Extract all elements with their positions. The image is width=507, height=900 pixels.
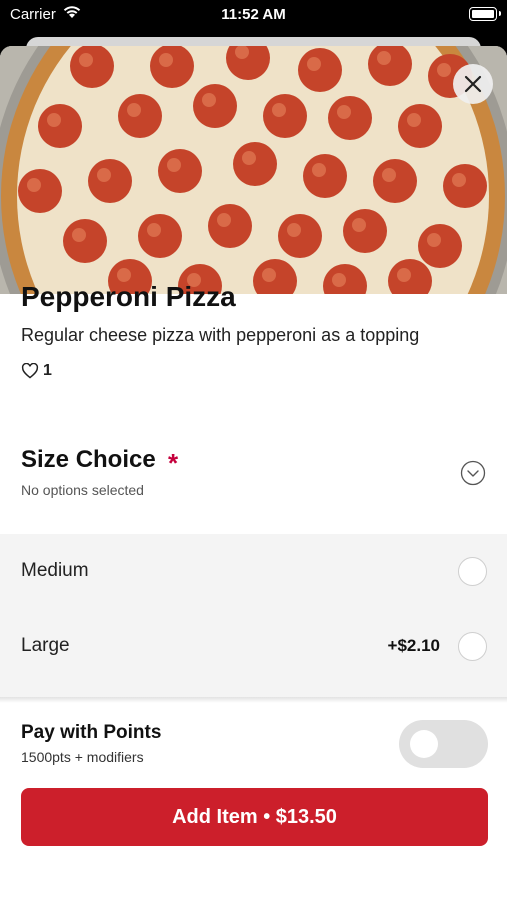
option-label: Medium xyxy=(21,560,89,581)
pepperoni-slice xyxy=(443,164,487,208)
pepperoni-highlight xyxy=(262,268,276,282)
pepperoni-highlight xyxy=(72,228,86,242)
pepperoni-highlight xyxy=(427,233,441,247)
pepperoni-highlight xyxy=(147,223,161,237)
pepperoni-slice xyxy=(138,214,182,258)
pay-with-points-toggle[interactable] xyxy=(399,720,488,768)
clock: 11:52 AM xyxy=(221,6,286,23)
pepperoni-highlight xyxy=(312,163,326,177)
pepperoni-slice xyxy=(303,154,347,198)
pepperoni-highlight xyxy=(307,57,321,71)
pepperoni-highlight xyxy=(382,168,396,182)
pepperoni-slice xyxy=(158,149,202,193)
radio-button[interactable] xyxy=(458,557,487,586)
pepperoni-highlight xyxy=(47,113,61,127)
close-icon xyxy=(464,75,482,93)
item-title: Pepperoni Pizza xyxy=(21,281,236,312)
item-detail-sheet: Pepperoni Pizza Regular cheese pizza wit… xyxy=(0,46,507,900)
footer-divider xyxy=(0,697,507,703)
like-count: 1 xyxy=(43,362,52,379)
pepperoni-highlight xyxy=(242,151,256,165)
pepperoni-slice xyxy=(398,104,442,148)
pepperoni-slice xyxy=(373,159,417,203)
option-medium[interactable]: Medium xyxy=(0,536,507,606)
pepperoni-slice xyxy=(263,94,307,138)
pepperoni-highlight xyxy=(407,113,421,127)
like-button[interactable]: 1 xyxy=(21,362,52,380)
pepperoni-slice xyxy=(278,214,322,258)
battery-icon xyxy=(469,7,501,21)
status-bar: Carrier 11:52 AM xyxy=(0,0,507,30)
size-choice-status: No options selected xyxy=(21,482,144,498)
pepperoni-slice xyxy=(150,46,194,88)
pepperoni-slice xyxy=(328,96,372,140)
chevron-down-icon[interactable] xyxy=(460,460,486,491)
pepperoni-highlight xyxy=(352,218,366,232)
pepperoni-highlight xyxy=(377,51,391,65)
points-cost: 1500pts + modifiers xyxy=(21,749,144,765)
pepperoni-highlight xyxy=(159,53,173,67)
size-choice-title: Size Choice xyxy=(21,446,156,473)
pepperoni-highlight xyxy=(397,268,411,282)
pepperoni-slice xyxy=(343,209,387,253)
item-description: Regular cheese pizza with pepperoni as a… xyxy=(21,325,420,345)
pepperoni-slice xyxy=(38,104,82,148)
option-price: +$2.10 xyxy=(387,636,440,655)
add-item-button[interactable]: Add Item • $13.50 xyxy=(21,788,488,846)
pizza-photo xyxy=(0,46,507,294)
pepperoni-highlight xyxy=(332,273,346,287)
pepperoni-highlight xyxy=(27,178,41,192)
pepperoni-slice xyxy=(118,94,162,138)
option-large[interactable]: Large +$2.10 xyxy=(0,611,507,681)
pepperoni-highlight xyxy=(287,223,301,237)
pepperoni-highlight xyxy=(452,173,466,187)
pepperoni-highlight xyxy=(272,103,286,117)
pepperoni-slice xyxy=(208,204,252,248)
close-button[interactable] xyxy=(453,64,493,104)
pepperoni-slice xyxy=(88,159,132,203)
option-label: Large xyxy=(21,635,70,656)
radio-button[interactable] xyxy=(458,632,487,661)
toggle-knob xyxy=(410,730,438,758)
pepperoni-slice xyxy=(193,84,237,128)
pepperoni-slice xyxy=(18,169,62,213)
pepperoni-highlight xyxy=(127,103,141,117)
pepperoni-slice xyxy=(298,48,342,92)
pepperoni-slice xyxy=(233,142,277,186)
pepperoni-highlight xyxy=(337,105,351,119)
pepperoni-slice xyxy=(63,219,107,263)
required-indicator: * xyxy=(168,448,179,478)
pepperoni-highlight xyxy=(97,168,111,182)
pepperoni-highlight xyxy=(202,93,216,107)
pepperoni-highlight xyxy=(167,158,181,172)
heart-icon xyxy=(21,363,39,379)
size-options-list: Medium Large +$2.10 xyxy=(0,534,507,698)
pay-with-points-title: Pay with Points xyxy=(21,722,162,743)
pepperoni-highlight xyxy=(217,213,231,227)
pepperoni-highlight xyxy=(117,268,131,282)
pepperoni-slice xyxy=(70,46,114,88)
pepperoni-highlight xyxy=(437,63,451,77)
pepperoni-highlight xyxy=(79,53,93,67)
pepperoni-slice xyxy=(418,224,462,268)
